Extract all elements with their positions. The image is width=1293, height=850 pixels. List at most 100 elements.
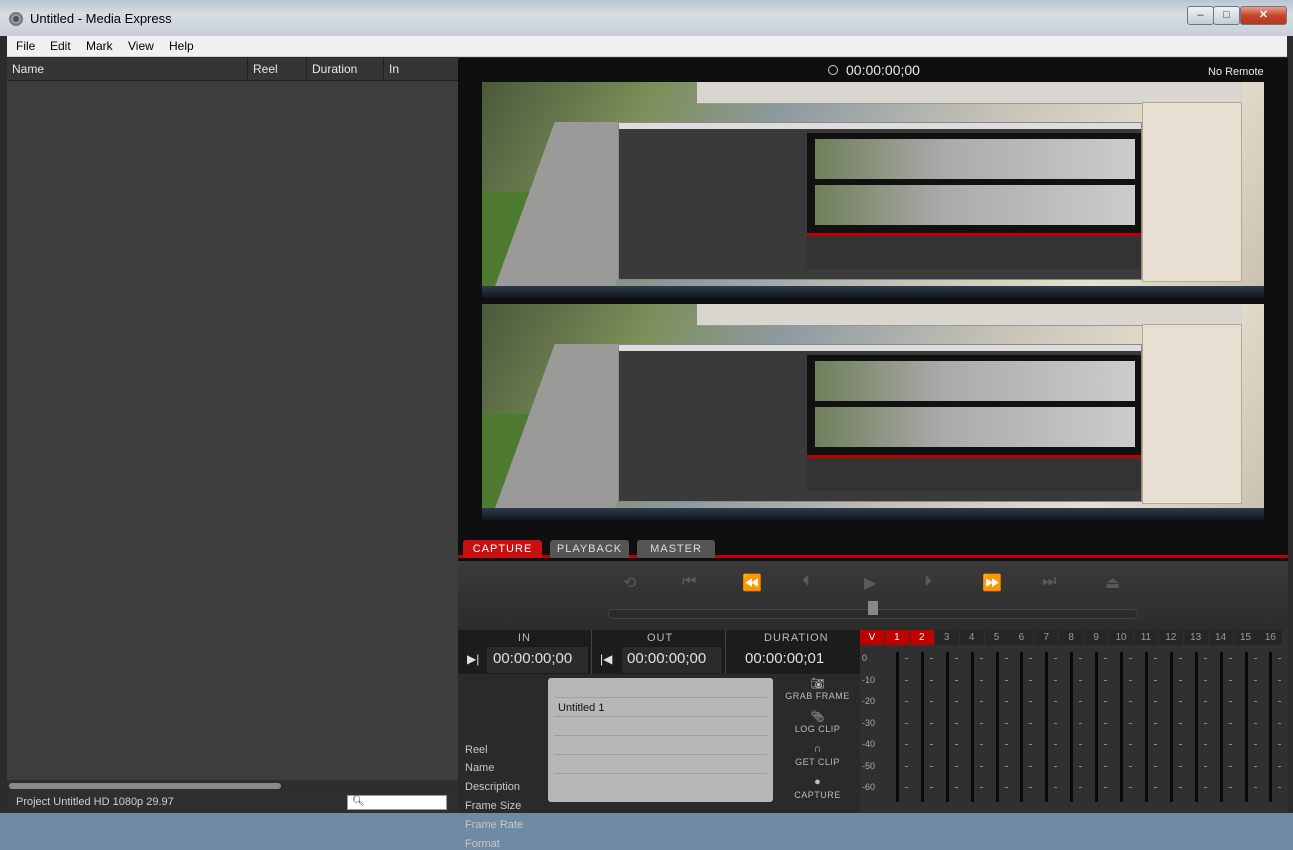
- meter-channel-13[interactable]: 13: [1183, 630, 1208, 645]
- go-to-end-icon[interactable]: ⏭: [1042, 573, 1056, 591]
- clip-name-value[interactable]: Untitled 1: [558, 702, 604, 714]
- meter-tick: [979, 701, 983, 702]
- divider: [725, 630, 726, 674]
- meter-bar: [1169, 652, 1173, 802]
- out-label: OUT: [647, 632, 674, 644]
- meter-tick: [1253, 765, 1257, 767]
- column-name[interactable]: Name: [12, 62, 44, 76]
- meter-channel-11[interactable]: 11: [1133, 630, 1158, 645]
- preview-browser-bar: [697, 304, 1242, 326]
- meter-tick: [1054, 658, 1058, 659]
- meter-tick: [954, 701, 958, 702]
- meter-tick: [1004, 744, 1008, 745]
- step-forward-icon[interactable]: ⏵: [924, 573, 932, 591]
- go-to-start-icon[interactable]: ⏮: [682, 573, 696, 591]
- column-reel[interactable]: Reel: [253, 62, 278, 76]
- meter-tick: [1129, 679, 1132, 681]
- rewind-icon[interactable]: ⏪: [742, 573, 762, 593]
- meter-tick: [1203, 658, 1207, 659]
- meter-bar: [970, 652, 974, 802]
- meter-tick: [1029, 679, 1033, 681]
- viewer-timecode-value: 00:00:00;00: [846, 62, 920, 78]
- menu-file[interactable]: File: [16, 39, 35, 53]
- capture-button[interactable]: ● CAPTURE: [778, 773, 857, 805]
- meter-tick: [1153, 744, 1157, 745]
- meter-channel-5[interactable]: 5: [984, 630, 1009, 645]
- meter-channel-7[interactable]: 7: [1034, 630, 1059, 645]
- mode-tabs: CAPTURE PLAYBACK MASTER: [458, 538, 1288, 558]
- log-clip-button[interactable]: 📎︎ LOG CLIP: [778, 707, 857, 739]
- column-in[interactable]: In: [389, 62, 399, 76]
- menu-help[interactable]: Help: [169, 39, 194, 53]
- meter-tick: [1153, 679, 1157, 681]
- meter-channel-8[interactable]: 8: [1059, 630, 1084, 645]
- meter-bar: [920, 652, 924, 802]
- meter-channel-2[interactable]: 2: [909, 630, 934, 645]
- field-divider: [554, 697, 767, 698]
- meter-tick: [954, 765, 958, 767]
- meter-tick: [1178, 787, 1182, 788]
- preview-taskbar: [482, 508, 1264, 520]
- minimize-button[interactable]: –: [1187, 6, 1214, 25]
- menu-view[interactable]: View: [128, 39, 154, 53]
- meter-bar: [995, 652, 999, 802]
- meter-tick: [1178, 765, 1182, 767]
- meter-tick: [1129, 765, 1132, 767]
- meter-tick: [1054, 744, 1058, 745]
- meter-channel-12[interactable]: 12: [1158, 630, 1183, 645]
- close-button[interactable]: ✕: [1240, 6, 1287, 25]
- meter-channel-15[interactable]: 15: [1233, 630, 1258, 645]
- project-status: Project Untitled HD 1080p 29.97: [16, 796, 174, 808]
- meter-tick: [1203, 744, 1207, 745]
- meter-channel-6[interactable]: 6: [1009, 630, 1034, 645]
- camera-icon: 📷︎: [810, 678, 825, 690]
- meter-channel-1[interactable]: 1: [884, 630, 909, 645]
- meter-tick: [1004, 722, 1008, 724]
- meter-tick: [1203, 787, 1207, 788]
- preview-nested-frame: [815, 185, 1135, 225]
- column-duration[interactable]: Duration: [312, 62, 357, 76]
- tab-playback[interactable]: PLAYBACK: [550, 540, 629, 558]
- mark-out-icon[interactable]: |◀: [600, 652, 612, 666]
- db-scale-label: 0: [862, 653, 868, 663]
- media-express-window: Untitled - Media Express – □ ✕ File Edit…: [0, 0, 1293, 850]
- meter-channel-4[interactable]: 4: [959, 630, 984, 645]
- meter-tick: [1253, 722, 1257, 724]
- menu-mark[interactable]: Mark: [86, 39, 113, 53]
- horizontal-scrollbar[interactable]: [7, 780, 458, 792]
- get-clip-button[interactable]: ∩ GET CLIP: [778, 740, 857, 772]
- field-label-description: Description: [465, 781, 521, 793]
- scrollbar-thumb[interactable]: [9, 783, 281, 789]
- meter-tick: [1278, 658, 1282, 659]
- clip-info-panel: Reel Name Description Frame Size Frame R…: [458, 674, 860, 850]
- tab-capture[interactable]: CAPTURE: [463, 540, 542, 558]
- get-clip-label: GET CLIP: [795, 757, 840, 767]
- jog-shuttle-knob[interactable]: [868, 601, 878, 615]
- meter-bar: [1070, 652, 1074, 802]
- play-icon[interactable]: ▶: [864, 573, 876, 593]
- clip-fields-card[interactable]: Untitled 1: [548, 678, 773, 802]
- eject-icon[interactable]: ⏏: [1105, 573, 1120, 593]
- meter-tick: [1054, 722, 1058, 724]
- meter-channel-14[interactable]: 14: [1208, 630, 1233, 645]
- meter-tick: [1228, 765, 1232, 767]
- mark-in-icon[interactable]: ▶|: [467, 652, 479, 666]
- meter-tick: [954, 744, 958, 745]
- search-input[interactable]: 🔍︎: [347, 795, 447, 810]
- loop-icon[interactable]: ⟲: [623, 573, 636, 593]
- step-back-icon[interactable]: ⏴: [802, 573, 810, 591]
- in-label: IN: [518, 632, 531, 644]
- menu-edit[interactable]: Edit: [50, 39, 71, 53]
- maximize-button[interactable]: □: [1213, 6, 1240, 25]
- grab-frame-button[interactable]: 📷︎ GRAB FRAME: [778, 674, 857, 706]
- meter-channel-V[interactable]: V: [860, 630, 884, 645]
- meter-channel-9[interactable]: 9: [1084, 630, 1109, 645]
- meter-channel-3[interactable]: 3: [934, 630, 959, 645]
- meter-channel-16[interactable]: 16: [1258, 630, 1283, 645]
- meter-tick: [929, 765, 933, 767]
- meter-channel-10[interactable]: 10: [1109, 630, 1133, 645]
- field-label-frame-size: Frame Size: [465, 800, 522, 812]
- fast-forward-icon[interactable]: ⏩: [982, 573, 1002, 593]
- meter-tick: [1228, 658, 1232, 659]
- tab-master[interactable]: MASTER: [637, 540, 715, 558]
